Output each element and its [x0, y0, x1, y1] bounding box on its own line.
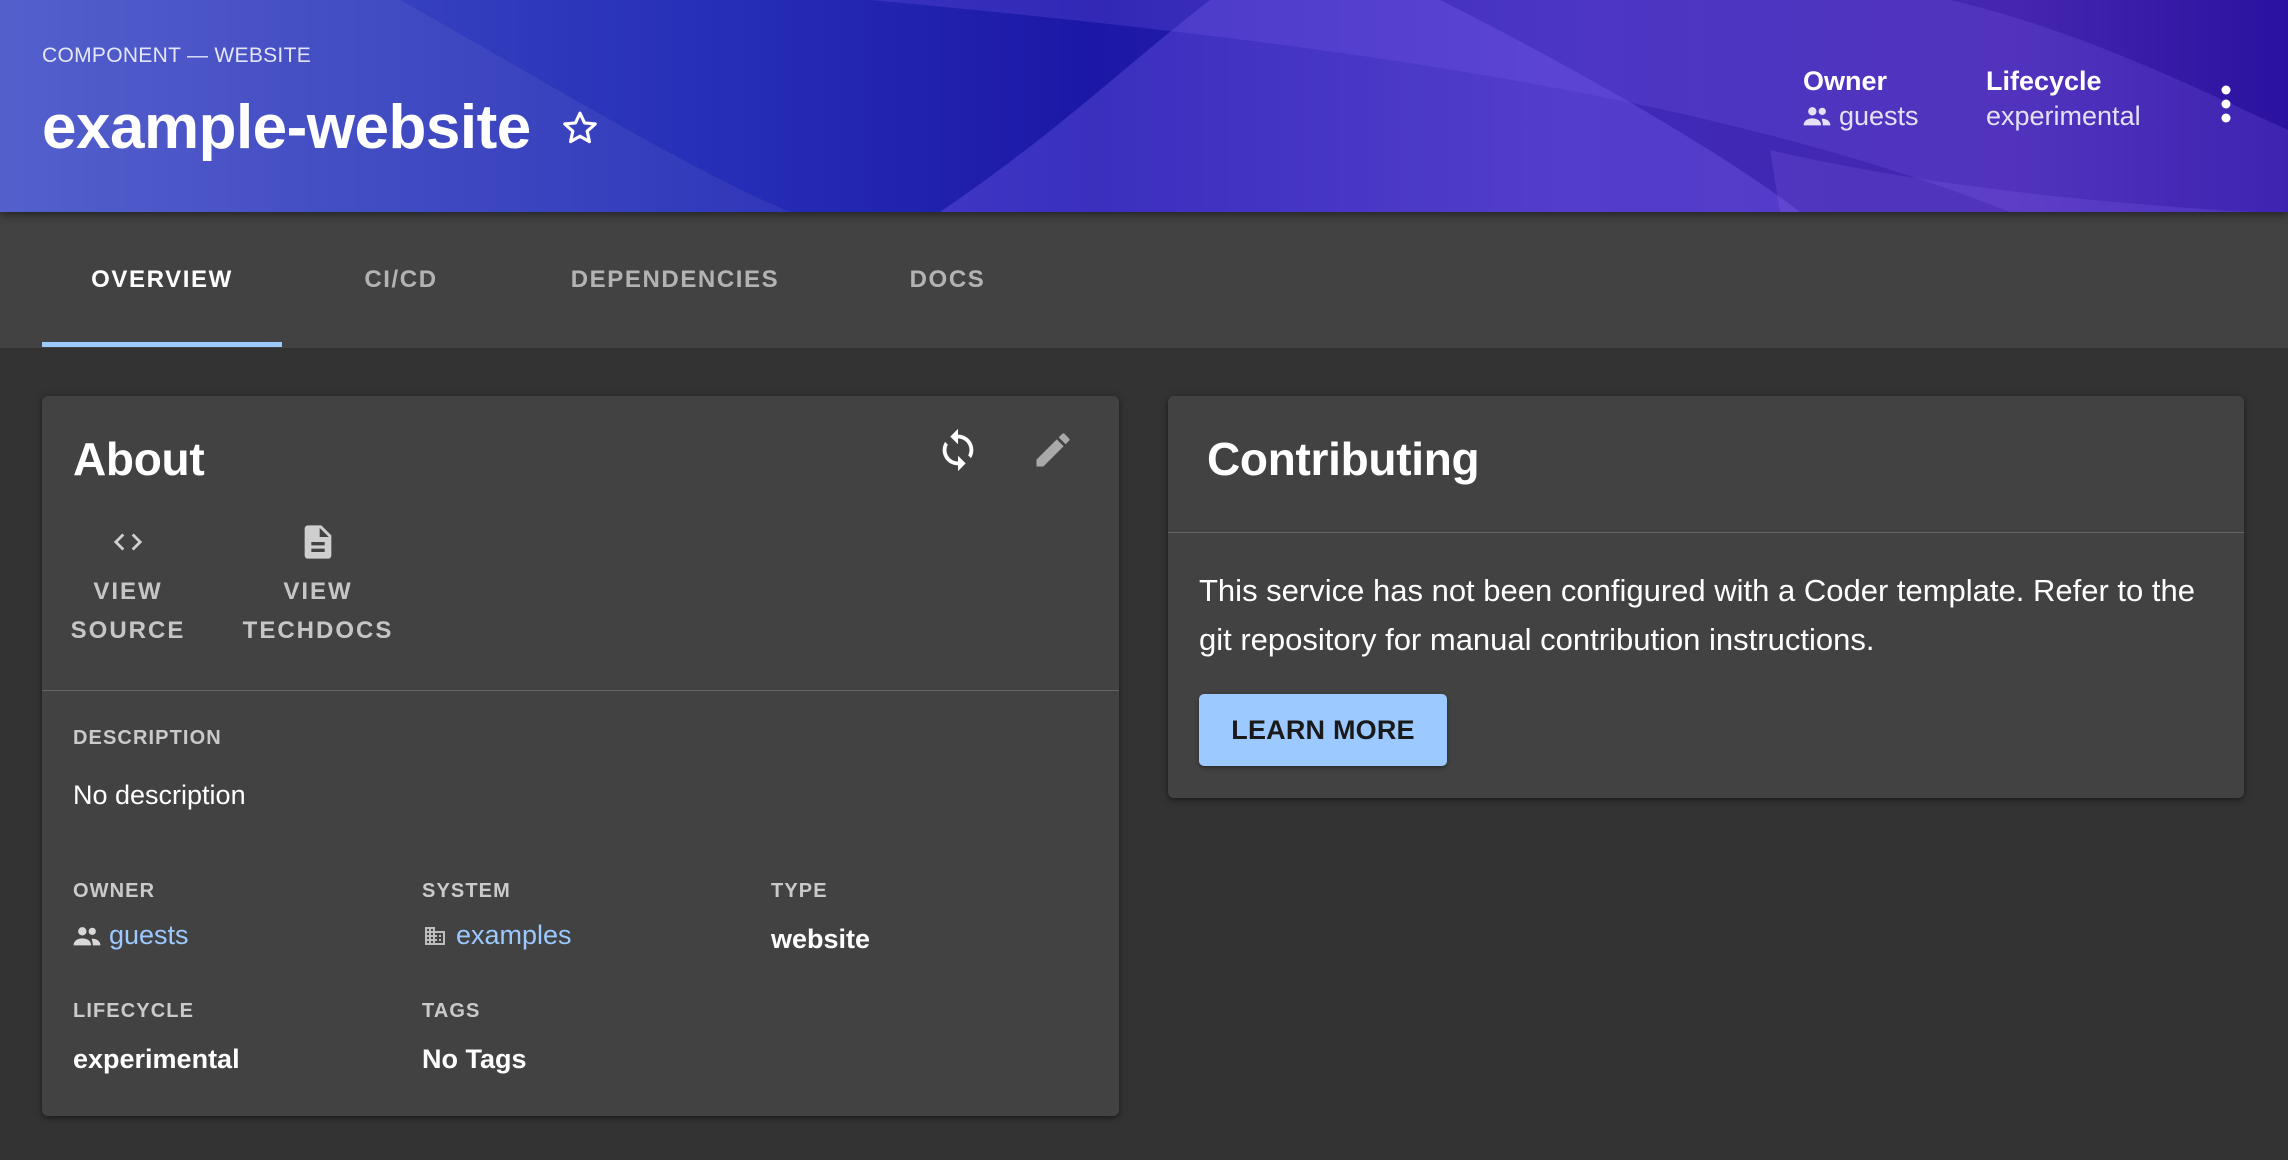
view-techdocs-link[interactable]: VIEW TECHDOCS [238, 516, 398, 650]
header-owner-value[interactable]: guests [1839, 98, 1919, 134]
view-source-link[interactable]: VIEW SOURCE [70, 516, 186, 650]
type-label: TYPE [771, 880, 828, 902]
header-owner-label: Owner [1803, 66, 1888, 96]
contributing-divider [1168, 532, 2244, 533]
tab-overview[interactable]: OVERVIEW [42, 212, 282, 348]
group-icon [1803, 107, 1831, 126]
page-title: example-website [42, 93, 531, 162]
tags-label: TAGS [422, 1000, 481, 1022]
kebab-menu-icon [2221, 85, 2231, 123]
description-label: DESCRIPTION [73, 727, 222, 749]
view-techdocs-line2: TECHDOCS [242, 617, 394, 644]
tab-docs[interactable]: DOCS [860, 212, 1035, 348]
contributing-card-title: Contributing [1207, 433, 1480, 485]
owner-link-text[interactable]: guests [109, 920, 189, 951]
tab-ci-cd[interactable]: CI/CD [312, 212, 490, 348]
view-techdocs-line1: VIEW [283, 578, 353, 605]
description-value: No description [73, 780, 246, 810]
tags-value: No Tags [422, 1044, 527, 1074]
contributing-card: Contributing This service has not been c… [1168, 396, 2244, 798]
pencil-icon [1036, 433, 1070, 467]
contributing-message: This service has not been configured wit… [1199, 573, 2195, 657]
code-icon [113, 533, 143, 551]
star-icon[interactable] [559, 107, 601, 149]
learn-more-button[interactable]: LEARN MORE [1199, 694, 1447, 766]
about-card-title: About [73, 433, 205, 485]
edit-button[interactable] [1025, 422, 1081, 478]
more-options-button[interactable] [2206, 80, 2246, 128]
type-value: website [771, 924, 871, 954]
system-label: SYSTEM [422, 880, 511, 902]
header-lifecycle-label: Lifecycle [1986, 66, 2102, 96]
group-icon [73, 926, 101, 945]
header-lifecycle: Lifecycle experimental [1986, 64, 2141, 134]
entity-header: COMPONENT — WEBSITE example-website Owne… [0, 0, 2288, 212]
active-tab-indicator [42, 342, 282, 347]
view-source-line2: SOURCE [70, 617, 186, 644]
owner-link[interactable]: guests [73, 920, 189, 951]
about-card: About VIEW SOURCE VIEW TECHDOCS DESCRIPT… [42, 396, 1119, 1116]
tab-bar: OVERVIEW CI/CD DEPENDENCIES DOCS [0, 212, 2288, 348]
tab-dependencies[interactable]: DEPENDENCIES [530, 212, 820, 348]
refresh-button[interactable] [930, 422, 986, 478]
header-lifecycle-value: experimental [1986, 101, 2141, 131]
refresh-icon [942, 428, 974, 472]
view-source-line1: VIEW [93, 578, 163, 605]
lifecycle-value: experimental [73, 1044, 240, 1074]
document-icon [304, 525, 332, 559]
lifecycle-label: LIFECYCLE [73, 1000, 195, 1022]
system-link[interactable]: examples [422, 920, 572, 951]
about-divider [42, 690, 1119, 691]
header-owner: Owner guests [1803, 64, 1919, 134]
owner-label: OWNER [73, 880, 156, 902]
entity-kind-label: COMPONENT — WEBSITE [42, 44, 311, 67]
building-icon [425, 926, 445, 945]
system-link-text[interactable]: examples [456, 920, 572, 951]
